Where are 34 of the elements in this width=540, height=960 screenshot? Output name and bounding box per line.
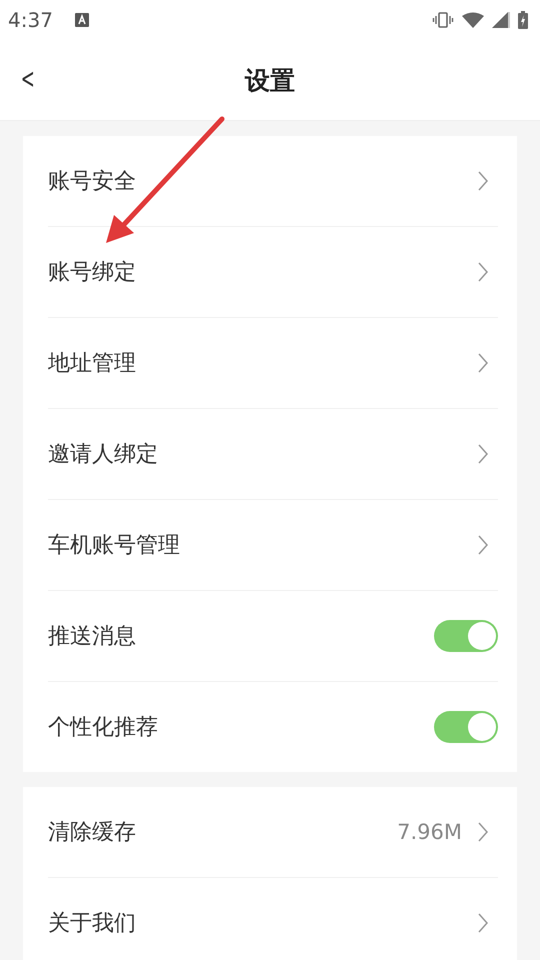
row-label: 推送消息 [48, 623, 137, 651]
wifi-icon [462, 12, 484, 28]
row-label: 关于我们 [48, 910, 137, 938]
settings-row[interactable]: 邀请人绑定 [48, 409, 498, 500]
settings-row[interactable]: 关于我们 [48, 878, 498, 960]
settings-row[interactable]: 车机账号管理 [48, 500, 498, 591]
chevron-right-icon [478, 171, 488, 191]
chevron-right-icon [478, 822, 488, 842]
chevron-right-icon [478, 913, 488, 933]
settings-row[interactable]: 推送消息 [48, 591, 498, 682]
chevron-right-icon [478, 535, 488, 555]
row-label: 地址管理 [48, 350, 137, 378]
toggle-switch[interactable] [434, 620, 498, 652]
chevron-right-icon [478, 444, 488, 464]
status-time: 4:37 [8, 8, 53, 32]
settings-row[interactable]: 个性化推荐 [48, 682, 498, 772]
toggle-switch[interactable] [434, 711, 498, 743]
vibrate-icon [432, 12, 454, 28]
battery-charging-icon [518, 11, 528, 29]
signal-icon [492, 12, 510, 28]
row-label: 账号绑定 [48, 259, 137, 287]
settings-row[interactable]: 清除缓存 7.96M [48, 787, 498, 878]
row-label: 个性化推荐 [48, 714, 159, 742]
row-label: 账号安全 [48, 168, 137, 196]
page-title: 设置 [245, 64, 295, 96]
chevron-right-icon [478, 353, 488, 373]
chevron-right-icon [478, 262, 488, 282]
row-value: 7.96M [397, 820, 462, 844]
settings-row[interactable]: 地址管理 [48, 318, 498, 409]
back-button[interactable]: < [20, 62, 35, 95]
row-label: 车机账号管理 [48, 532, 181, 560]
keyboard-notification-icon [74, 13, 89, 27]
row-label: 清除缓存 [48, 819, 137, 847]
row-label: 邀请人绑定 [48, 441, 159, 469]
